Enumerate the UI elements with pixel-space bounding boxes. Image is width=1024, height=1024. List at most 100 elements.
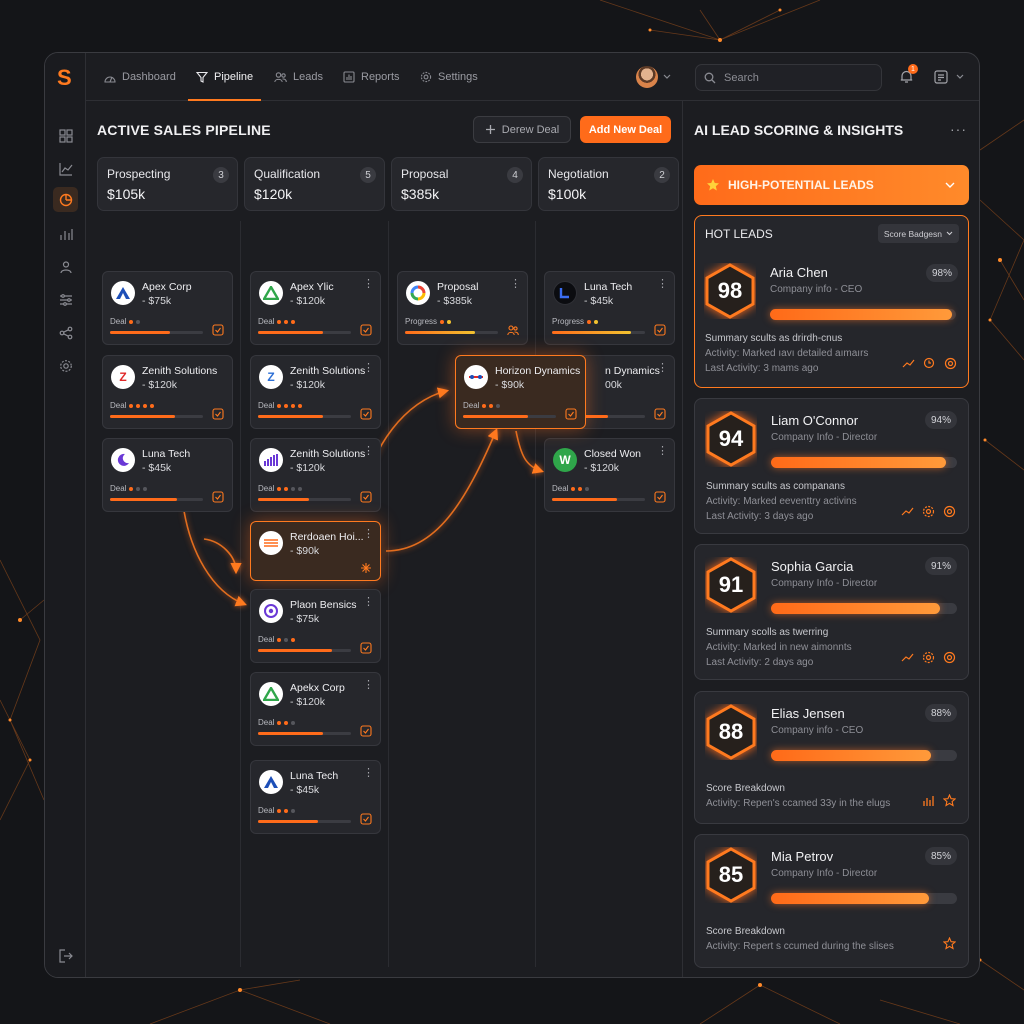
trend-icon[interactable] <box>901 651 914 664</box>
target-icon[interactable] <box>943 651 956 664</box>
deal-card[interactable]: Z Zenith Solutions - $120k Deal <box>102 355 233 429</box>
tab-leads[interactable]: Leads <box>274 53 323 101</box>
target-icon[interactable] <box>944 357 957 370</box>
more-icon[interactable]: ⋮ <box>657 279 668 290</box>
deal-tag: Deal <box>552 484 590 493</box>
more-icon[interactable]: ⋮ <box>510 279 521 290</box>
trend-icon[interactable] <box>902 357 915 370</box>
deal-card[interactable]: Luna Tech - $45k ⋮ Progress <box>544 271 675 345</box>
deal-card[interactable]: Apex Ylic - $120k ⋮ Deal <box>250 271 381 345</box>
check-icon[interactable] <box>212 408 224 420</box>
pie-icon[interactable] <box>53 187 78 212</box>
deal-card[interactable]: Apekx Corp - $120k ⋮ Deal <box>250 672 381 746</box>
users-icon[interactable] <box>507 324 519 336</box>
deal-card[interactable]: Luna Tech - $45k ⋮ Deal <box>250 760 381 834</box>
deal-card[interactable]: Z Zenith Solutions - $120k ⋮ Deal <box>250 355 381 429</box>
deal-amount: 00k <box>605 379 622 391</box>
high-potential-dropdown[interactable]: HIGH-POTENTIAL LEADS <box>694 165 969 205</box>
check-icon[interactable] <box>360 725 372 737</box>
lead-card[interactable]: 94 Liam O'Connor Company Info - Director… <box>694 398 969 534</box>
more-icon[interactable]: ⋮ <box>363 279 374 290</box>
deal-card-dragging[interactable]: Horizon Dynamics - $90k Deal <box>455 355 586 429</box>
score-badge-select[interactable]: Score Badgesn <box>877 224 959 243</box>
chevron-down-icon[interactable] <box>956 74 964 80</box>
star-icon[interactable] <box>943 794 956 807</box>
deal-card[interactable]: W Closed Won - $120k ⋮ Deal <box>544 438 675 512</box>
check-icon[interactable] <box>565 408 577 420</box>
users-icon[interactable] <box>53 254 78 279</box>
check-icon[interactable] <box>654 324 666 336</box>
chevron-down-icon <box>946 231 953 236</box>
lead-last-activity: Last Activity: 2 days ago <box>706 657 814 668</box>
gear-icon[interactable] <box>922 651 935 664</box>
more-icon[interactable]: ⋮ <box>363 768 374 779</box>
deal-card[interactable]: Apex Corp - $75k Deal <box>102 271 233 345</box>
share-icon[interactable] <box>53 320 78 345</box>
check-icon[interactable] <box>212 324 224 336</box>
deal-tag: Deal <box>258 718 296 727</box>
tag-label: Deal <box>552 484 569 493</box>
bar-chart-icon[interactable] <box>53 221 78 246</box>
search-input[interactable]: Search <box>695 64 882 91</box>
lead-actions <box>901 505 956 518</box>
lead-card[interactable]: 98 Aria Chen Company info - CEO 98% Summ… <box>694 249 969 387</box>
deal-card[interactable]: Plaon Bensics - $75k ⋮ Deal <box>250 589 381 663</box>
avatar[interactable] <box>636 66 658 88</box>
deal-name: n Dynamics <box>605 365 660 377</box>
deal-progress <box>258 820 351 823</box>
check-icon[interactable] <box>360 324 372 336</box>
deal-name: Luna Tech <box>290 770 339 782</box>
deal-progress <box>552 498 645 501</box>
chevron-down-icon[interactable] <box>663 74 671 80</box>
grid-icon[interactable] <box>53 123 78 148</box>
trend-icon[interactable] <box>901 505 914 518</box>
check-icon[interactable] <box>360 408 372 420</box>
check-icon[interactable] <box>654 408 666 420</box>
menu-icon[interactable] <box>934 70 948 84</box>
search-icon[interactable] <box>923 357 936 370</box>
score-bar <box>771 603 957 614</box>
check-icon[interactable] <box>360 491 372 503</box>
deal-progress <box>110 415 203 418</box>
check-icon[interactable] <box>360 813 372 825</box>
lead-card[interactable]: 85 Mia Petrov Company Info - Director 85… <box>694 834 969 968</box>
deal-amount: - $90k <box>495 379 525 391</box>
lead-actions <box>943 937 956 950</box>
tab-dashboard[interactable]: Dashboard <box>104 53 176 101</box>
tab-reports[interactable]: Reports <box>343 53 400 101</box>
deal-card[interactable]: Luna Tech - $45k Deal <box>102 438 233 512</box>
more-icon[interactable]: ⋮ <box>363 597 374 608</box>
deal-name: Apex Corp <box>142 281 192 293</box>
more-icon[interactable]: ⋮ <box>363 529 374 540</box>
score-bar <box>771 457 957 468</box>
deal-name: Plaon Bensics <box>290 599 357 611</box>
target-icon[interactable] <box>943 505 956 518</box>
hot-leads-title: HOT LEADS <box>705 227 773 241</box>
lead-card[interactable]: 88 Elias Jensen Company info - CEO 88% S… <box>694 691 969 824</box>
more-icon[interactable]: ⋮ <box>657 446 668 457</box>
bar-chart-icon[interactable] <box>922 794 935 807</box>
more-icon[interactable]: ⋮ <box>363 680 374 691</box>
lead-card[interactable]: 91 Sophia Garcia Company Info - Director… <box>694 544 969 680</box>
check-icon[interactable] <box>360 642 372 654</box>
tab-label: Settings <box>438 71 478 83</box>
more-icon[interactable]: ⋮ <box>363 446 374 457</box>
gear-icon[interactable] <box>53 353 78 378</box>
sliders-icon[interactable] <box>53 287 78 312</box>
more-options-icon[interactable]: ··· <box>950 121 967 137</box>
gear-icon[interactable] <box>922 505 935 518</box>
tab-pipeline[interactable]: Pipeline <box>187 53 262 101</box>
deal-card-dragging[interactable]: Rerdoaen Hoi... - $90k ⋮ <box>250 521 381 581</box>
check-icon[interactable] <box>212 491 224 503</box>
more-icon[interactable]: ⋮ <box>363 363 374 374</box>
bell-icon[interactable]: 1 <box>899 64 918 85</box>
deal-card[interactable]: Proposal - $385k ⋮ Progress <box>397 271 528 345</box>
deal-card[interactable]: Zenith Solutions - $120k ⋮ Deal <box>250 438 381 512</box>
check-icon[interactable] <box>654 491 666 503</box>
tab-settings[interactable]: Settings <box>420 53 478 101</box>
trend-icon[interactable] <box>53 156 78 181</box>
lead-name: Elias Jensen <box>771 706 845 721</box>
more-icon[interactable]: ⋮ <box>657 363 668 374</box>
logout-icon[interactable] <box>53 943 78 968</box>
star-icon[interactable] <box>943 937 956 950</box>
